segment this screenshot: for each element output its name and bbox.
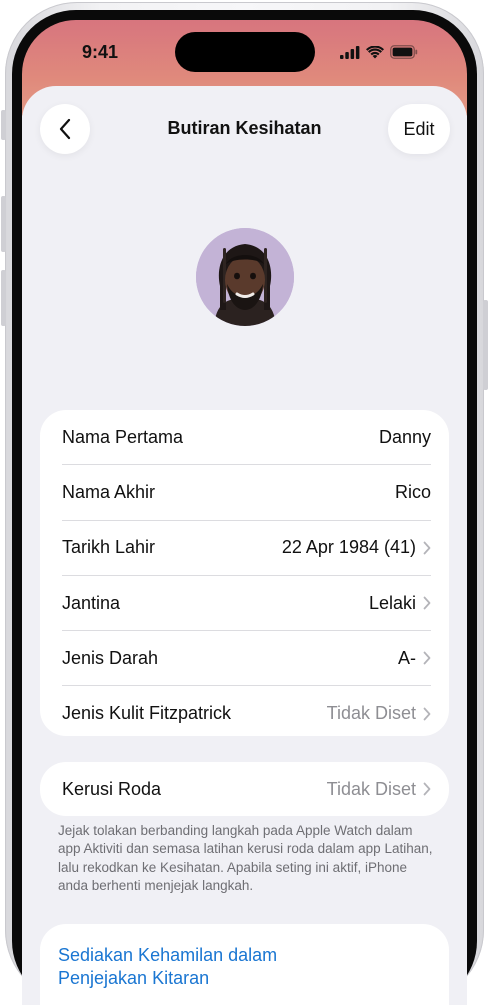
gender-row[interactable]: Jantina Lelaki	[62, 576, 431, 632]
wifi-icon	[366, 45, 384, 58]
detail-value: Danny	[378, 426, 431, 447]
blood-type-row[interactable]: Jenis Darah A-	[62, 631, 431, 687]
detail-label: Jenis Darah	[62, 647, 159, 668]
memoji-avatar[interactable]	[196, 228, 294, 326]
battery-icon	[390, 45, 418, 59]
wheelchair-row[interactable]: Kerusi Roda Tidak Diset	[62, 762, 431, 816]
status-time: 9:41	[82, 42, 119, 62]
volume-down-button	[1, 270, 6, 326]
detail-value: A-	[398, 647, 416, 668]
chevron-right-icon	[423, 782, 431, 796]
dynamic-island	[175, 32, 315, 72]
detail-label: Tarikh Lahir	[62, 537, 156, 558]
detail-label: Nama Akhir	[62, 481, 156, 502]
cellular-signal-icon	[340, 45, 360, 59]
detail-row: Nama Pertama Danny	[62, 410, 431, 466]
detail-value: Lelaki	[368, 592, 416, 613]
detail-label: Nama Pertama	[62, 426, 184, 447]
fitzpatrick-skin-type-row[interactable]: Jenis Kulit Fitzpatrick Tidak Diset	[62, 686, 431, 740]
detail-value: Rico	[394, 481, 431, 502]
status-icons	[340, 44, 418, 60]
volume-up-button	[1, 196, 6, 252]
wheelchair-card: Kerusi Roda Tidak Diset	[40, 762, 449, 816]
wheelchair-value: Tidak Diset	[326, 778, 416, 799]
detail-label: Jenis Kulit Fitzpatrick	[62, 703, 232, 724]
action-button	[1, 110, 6, 140]
personal-details-card: Nama Pertama Danny Nama Akhir Rico Tarik…	[40, 410, 449, 736]
wheelchair-label: Kerusi Roda	[62, 778, 162, 799]
detail-row: Nama Akhir Rico	[62, 465, 431, 521]
edit-button[interactable]: Edit	[388, 104, 450, 154]
chevron-right-icon	[423, 541, 431, 555]
date-of-birth-row[interactable]: Tarikh Lahir 22 Apr 1984 (41)	[62, 521, 431, 576]
detail-value: 22 Apr 1984 (41)	[281, 537, 416, 558]
set-up-pregnancy-link[interactable]: Sediakan Kehamilan dalam Penjejakan Kita…	[58, 944, 358, 990]
chevron-right-icon	[423, 596, 431, 610]
detail-value: Tidak Diset	[326, 703, 416, 724]
health-details-sheet: Butiran Kesihatan Edit Nama Pertama Dann…	[22, 86, 467, 1005]
status-bar: 9:41	[22, 20, 467, 80]
wheelchair-footnote: Jejak tolakan berbanding langkah pada Ap…	[58, 823, 433, 893]
pregnancy-card: Sediakan Kehamilan dalam Penjejakan Kita…	[40, 924, 449, 1005]
power-button	[483, 300, 488, 390]
chevron-right-icon	[423, 651, 431, 665]
detail-label: Jantina	[62, 592, 121, 613]
screen: 9:41 Butiran Kesihatan Edit Nama Pertama…	[22, 20, 467, 1005]
chevron-right-icon	[423, 707, 431, 721]
